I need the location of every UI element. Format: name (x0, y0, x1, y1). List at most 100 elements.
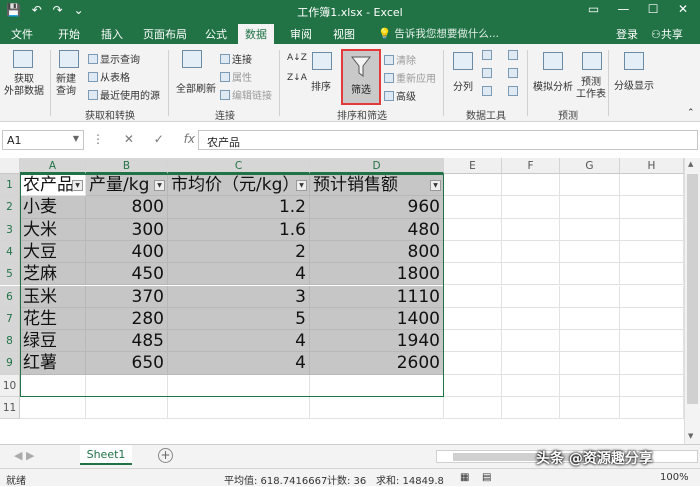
empty-cell[interactable] (560, 263, 620, 286)
data-cell[interactable]: 1940 (310, 330, 444, 353)
empty-cell[interactable] (502, 352, 560, 375)
filter-dropdown-icon[interactable]: ▼ (154, 180, 165, 191)
sheet-tab-sheet1[interactable]: Sheet1 (80, 445, 132, 465)
collapse-ribbon-icon[interactable]: ⌃ (687, 108, 695, 118)
empty-cell[interactable] (444, 174, 502, 197)
sort-ascending-button[interactable]: A↓Z (287, 53, 307, 63)
what-if-analysis-button[interactable]: 模拟分析 (533, 78, 573, 93)
empty-cell[interactable] (502, 196, 560, 219)
close-icon[interactable]: ✕ (670, 2, 696, 16)
data-cell[interactable]: 小麦 (20, 196, 86, 219)
empty-cell[interactable] (502, 174, 560, 197)
sign-in-link[interactable]: 登录 (616, 26, 638, 42)
page-layout-view-icon[interactable]: ▤ (482, 472, 491, 483)
filter-button[interactable]: 筛选 (341, 49, 381, 105)
row-header-3[interactable]: 3 (0, 218, 20, 241)
cancel-icon[interactable]: ✕ (124, 132, 134, 146)
empty-cell[interactable] (560, 285, 620, 308)
row-header-8[interactable]: 8 (0, 330, 20, 353)
empty-cell[interactable] (444, 218, 502, 241)
header-cell[interactable]: 市均价（元/kg） (168, 174, 310, 197)
data-cell[interactable]: 300 (86, 218, 168, 241)
consolidate-icon[interactable] (508, 50, 518, 60)
tab-home[interactable]: 开始 (58, 26, 80, 42)
text-to-columns-button[interactable]: 分列 (453, 78, 473, 93)
column-header-a[interactable]: A (20, 158, 86, 174)
tab-file[interactable]: 文件 (11, 26, 33, 42)
ribbon-display-icon[interactable]: ▭ (581, 2, 607, 16)
tab-insert[interactable]: 插入 (101, 26, 123, 42)
data-cell[interactable]: 2 (168, 240, 310, 264)
enter-icon[interactable]: ✓ (154, 132, 164, 146)
empty-cell[interactable] (444, 196, 502, 219)
new-query-button[interactable]: 新建 查询 (56, 74, 76, 98)
empty-cell[interactable] (444, 263, 502, 286)
row-header-5[interactable]: 5 (0, 263, 20, 286)
empty-cell[interactable] (560, 240, 620, 264)
data-cell[interactable]: 1800 (310, 263, 444, 286)
column-header-b[interactable]: B (86, 158, 168, 174)
empty-cell[interactable] (620, 174, 684, 197)
empty-cell[interactable] (620, 285, 684, 308)
data-cell[interactable]: 玉米 (20, 285, 86, 308)
data-cell[interactable]: 4 (168, 352, 310, 375)
data-cell[interactable]: 1400 (310, 307, 444, 331)
empty-cell[interactable] (502, 218, 560, 241)
empty-cell[interactable] (620, 352, 684, 375)
empty-cell[interactable] (86, 374, 168, 397)
data-cell[interactable]: 485 (86, 330, 168, 353)
scroll-up-icon[interactable]: ▲ (688, 160, 693, 168)
data-cell[interactable]: 650 (86, 352, 168, 375)
data-cell[interactable]: 450 (86, 263, 168, 286)
add-sheet-icon[interactable]: + (158, 448, 173, 463)
vertical-scrollbar[interactable]: ▲ ▼ (684, 158, 700, 444)
refresh-all-button[interactable]: 全部刷新 (176, 80, 216, 95)
empty-cell[interactable] (502, 240, 560, 264)
formula-input[interactable]: 农产品 (198, 130, 698, 150)
empty-cell[interactable] (620, 397, 684, 420)
tell-me-search[interactable]: 💡 告诉我您想要做什么... (378, 26, 499, 41)
empty-cell[interactable] (444, 285, 502, 308)
empty-cell[interactable] (502, 263, 560, 286)
tab-formulas[interactable]: 公式 (205, 26, 227, 42)
empty-cell[interactable] (310, 397, 444, 420)
empty-cell[interactable] (560, 352, 620, 375)
scroll-thumb[interactable] (687, 174, 698, 404)
empty-cell[interactable] (444, 307, 502, 331)
empty-cell[interactable] (444, 330, 502, 353)
column-header-f[interactable]: F (502, 158, 560, 174)
advanced-filter-button[interactable]: 高级 (384, 88, 416, 103)
row-header-9[interactable]: 9 (0, 352, 20, 375)
forecast-sheet-button[interactable]: 预测 工作表 (576, 77, 606, 101)
data-cell[interactable]: 280 (86, 307, 168, 331)
outline-button[interactable]: 分级显示 (614, 77, 654, 92)
edit-links-button[interactable]: 编辑链接 (220, 87, 272, 102)
maximize-icon[interactable]: ☐ (640, 2, 666, 16)
zoom-level[interactable]: 100% (660, 472, 689, 483)
data-cell[interactable]: 1110 (310, 285, 444, 308)
tab-data[interactable]: 数据 (238, 24, 274, 44)
reapply-button[interactable]: 重新应用 (384, 70, 436, 85)
data-cell[interactable]: 4 (168, 263, 310, 286)
row-header-6[interactable]: 6 (0, 285, 20, 308)
empty-cell[interactable] (560, 218, 620, 241)
column-header-c[interactable]: C (168, 158, 310, 174)
empty-cell[interactable] (444, 374, 502, 397)
empty-cell[interactable] (168, 397, 310, 420)
name-box-dropdown-icon[interactable]: ▼ (73, 134, 79, 143)
relationships-icon[interactable] (508, 68, 518, 78)
empty-cell[interactable] (502, 374, 560, 397)
empty-cell[interactable] (560, 174, 620, 197)
empty-cell[interactable] (86, 397, 168, 420)
flash-fill-icon[interactable] (482, 50, 492, 60)
empty-cell[interactable] (20, 374, 86, 397)
row-header-2[interactable]: 2 (0, 196, 20, 219)
sort-descending-button[interactable]: Z↓A (287, 73, 307, 83)
empty-cell[interactable] (502, 285, 560, 308)
header-cell[interactable]: 预计销售额 (310, 174, 444, 197)
data-cell[interactable]: 1.2 (168, 196, 310, 219)
empty-cell[interactable] (560, 330, 620, 353)
empty-cell[interactable] (502, 397, 560, 420)
data-cell[interactable]: 芝麻 (20, 263, 86, 286)
empty-cell[interactable] (620, 263, 684, 286)
